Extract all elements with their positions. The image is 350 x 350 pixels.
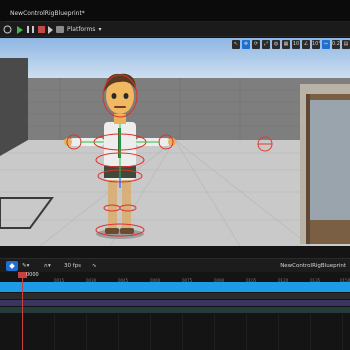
platforms-icon	[56, 26, 64, 33]
sequencer-toolbar: ✎▾ ∩▾ 30 fps ∿ NewControlRigBlueprint	[0, 258, 350, 272]
rotate-snap-toggle[interactable]: ∠	[302, 40, 310, 49]
translate-tool[interactable]: ✥	[242, 40, 250, 49]
play-icon	[16, 25, 23, 34]
grid-snap-toggle[interactable]: ▦	[282, 40, 290, 49]
select-tool[interactable]: ↖	[232, 40, 240, 49]
skip-button[interactable]	[45, 24, 56, 35]
scale-tool[interactable]: ⤢	[262, 40, 270, 49]
skip-icon	[48, 25, 53, 34]
rotate-tool[interactable]: ⟳	[252, 40, 260, 49]
track-row[interactable]	[0, 300, 350, 306]
sequencer-panel: ✎▾ ∩▾ 30 fps ∿ NewControlRigBlueprint 00…	[0, 246, 350, 350]
grid-snap-value[interactable]: 10	[292, 40, 300, 49]
viewport-tools: ↖ ✥ ⟳ ⤢ ◍ ▦ 10 ∠ 10° ⇔ 0.25 ▤	[232, 40, 350, 50]
control-rig-editor: NewControlRigBlueprint* Platforms ▾ ↖ ✥ …	[0, 0, 350, 350]
section-track[interactable]	[0, 282, 350, 292]
platforms-dropdown[interactable]: Platforms ▾	[56, 23, 101, 36]
scale-snap-toggle[interactable]: ⇔	[322, 40, 330, 49]
sequence-title: NewControlRigBlueprint	[280, 263, 346, 269]
chevron-down-icon: ▾	[98, 26, 102, 33]
pause-button[interactable]	[25, 24, 36, 35]
playhead[interactable]	[22, 272, 23, 350]
tab-bar: NewControlRigBlueprint*	[0, 0, 350, 22]
asset-tab[interactable]: NewControlRigBlueprint*	[6, 6, 89, 22]
world-local-toggle[interactable]: ◍	[272, 40, 280, 49]
scale-snap-value[interactable]: 0.25	[332, 40, 343, 49]
layout-button[interactable]: ▤	[342, 40, 350, 49]
pause-icon	[27, 26, 34, 33]
fps-dropdown[interactable]: 30 fps	[64, 261, 81, 271]
track-row[interactable]	[0, 293, 350, 299]
curve-icon[interactable]: ∿	[92, 261, 97, 271]
play-button[interactable]	[14, 24, 25, 35]
track-row[interactable]	[0, 307, 350, 313]
rotate-snap-value[interactable]: 10°	[312, 40, 321, 49]
viewport-scene	[0, 38, 350, 246]
timeline-grid	[22, 314, 350, 350]
brush-icon[interactable]: ✎▾	[22, 261, 29, 271]
snap-icon[interactable]: ∩▾	[44, 261, 51, 271]
stop-icon	[38, 26, 45, 33]
add-key-button[interactable]	[6, 261, 18, 271]
current-frame: 0000	[26, 272, 39, 278]
platforms-label: Platforms	[67, 26, 96, 33]
compile-icon	[3, 25, 12, 34]
compile-button[interactable]	[2, 24, 13, 35]
viewport[interactable]: ↖ ✥ ⟳ ⤢ ◍ ▦ 10 ∠ 10° ⇔ 0.25 ▤	[0, 38, 350, 246]
main-toolbar: Platforms ▾	[0, 22, 350, 37]
timeline[interactable]: 0015 0030 0045 0060 0075 0090 0105 0120 …	[0, 272, 350, 350]
